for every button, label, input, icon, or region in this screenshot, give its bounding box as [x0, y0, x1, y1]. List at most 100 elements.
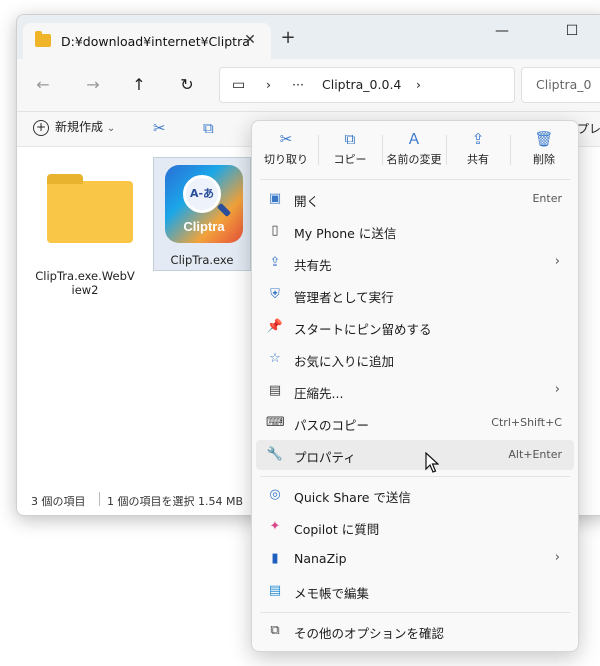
- phone-icon: ▯: [271, 223, 279, 238]
- app-icon-brand: Cliptra: [183, 219, 225, 234]
- context-menu: ✂ 切り取り ⧉ コピー Ａ 名前の変更 ⇪ 共有 🗑 削除 ▣ 開く Ente…: [251, 120, 579, 652]
- item-count: 3 個の項目: [31, 495, 86, 508]
- menu-item-label: 開く: [294, 194, 320, 209]
- file-item-folder[interactable]: ClipTra.exe.WebV iew2: [25, 157, 145, 297]
- breadcrumb-current[interactable]: Cliptra_0.0.4: [322, 77, 401, 92]
- search-placeholder: Cliptra_0: [536, 77, 592, 92]
- menu-item-more-options[interactable]: ⧉ その他のオプションを確認: [256, 616, 574, 646]
- menu-item-label: Quick Share で送信: [294, 490, 411, 505]
- menu-item-label: NanaZip: [294, 551, 347, 566]
- title-bar: D:¥download¥internet¥Cliptra ✕ + — ☐: [17, 15, 600, 59]
- tab-close-button[interactable]: ✕: [241, 31, 259, 49]
- minimize-button[interactable]: —: [487, 21, 517, 41]
- menu-item-pin-to-start[interactable]: 📌 スタートにピン留めする: [256, 312, 574, 342]
- divider: [260, 612, 570, 613]
- rename-icon: Ａ: [406, 130, 422, 148]
- menu-item-quick-share[interactable]: ◎ Quick Share で送信: [256, 480, 574, 510]
- menu-item-add-to-favorites[interactable]: ☆ お気に入りに追加: [256, 344, 574, 374]
- address-bar[interactable]: ▭ › ··· Cliptra_0.0.4 ›: [219, 67, 515, 103]
- monitor-icon: ▭: [232, 77, 246, 93]
- copy-button[interactable]: ⧉ コピー: [320, 129, 380, 173]
- copilot-icon: ✦: [269, 519, 281, 534]
- menu-item-label: 共有先: [294, 258, 332, 273]
- new-button[interactable]: + 新規作成 ⌄: [33, 118, 115, 136]
- cut-icon[interactable]: ✂: [153, 119, 166, 137]
- divider: [260, 476, 570, 477]
- menu-item-run-as-admin[interactable]: ⛨ 管理者として実行: [256, 280, 574, 310]
- rename-button[interactable]: Ａ 名前の変更: [384, 129, 444, 173]
- menu-item-send-to-phone[interactable]: ▯ My Phone に送信: [256, 216, 574, 246]
- status-divider: [99, 492, 100, 506]
- menu-item-copilot[interactable]: ✦ Copilot に質問: [256, 512, 574, 542]
- mouse-cursor-icon: [425, 452, 439, 473]
- shield-icon: ⛨: [270, 287, 280, 302]
- refresh-button[interactable]: ↻: [175, 73, 199, 97]
- magnifier-icon: A-あ: [183, 175, 221, 213]
- path-icon: ⌨: [266, 415, 285, 430]
- menu-item-label: Copilot に質問: [294, 522, 380, 537]
- copy-icon[interactable]: ⧉: [203, 119, 214, 137]
- menu-item-open[interactable]: ▣ 開く Enter: [256, 184, 574, 214]
- selection-info: 1 個の項目を選択 1.54 MB: [107, 495, 244, 508]
- pin-icon: 📌: [266, 319, 284, 334]
- chevron-down-icon: ⌄: [106, 123, 116, 134]
- archive-icon: ▤: [268, 383, 282, 398]
- menu-item-label: お気に入りに追加: [294, 354, 395, 369]
- explorer-tab[interactable]: D:¥download¥internet¥Cliptra ✕: [23, 23, 271, 59]
- forward-button[interactable]: →: [81, 73, 105, 97]
- wrench-icon: 🔧: [266, 447, 284, 462]
- menu-item-label: My Phone に送信: [294, 226, 397, 241]
- chevron-right-icon: ›: [266, 77, 271, 92]
- more-options-icon: ⧉: [270, 623, 280, 638]
- menu-item-share-to[interactable]: ⇪ 共有先 ›: [256, 248, 574, 278]
- menu-item-properties[interactable]: 🔧 プロパティ Alt+Enter: [256, 440, 574, 470]
- delete-button[interactable]: 🗑 削除: [514, 129, 574, 173]
- quick-share-icon: ◎: [269, 487, 281, 502]
- chevron-right-icon[interactable]: ›: [416, 77, 421, 92]
- cliptra-app-icon: A-あ Cliptra: [165, 165, 243, 243]
- folder-icon: [35, 31, 51, 47]
- share-button[interactable]: ⇪ 共有: [448, 129, 508, 173]
- maximize-button[interactable]: ☐: [557, 21, 587, 41]
- tab-title: D:¥download¥internet¥Cliptra: [61, 34, 250, 49]
- menu-item-label: その他のオプションを確認: [294, 626, 445, 641]
- menu-item-label: 圧縮先...: [294, 386, 344, 401]
- divider: [446, 135, 447, 165]
- menu-item-label: プロパティ: [294, 450, 356, 465]
- divider: [260, 179, 570, 180]
- chevron-right-icon: ›: [554, 550, 560, 565]
- breadcrumb-overflow-button[interactable]: ···: [292, 77, 304, 92]
- up-button[interactable]: ↑: [127, 73, 151, 97]
- menu-item-label: 管理者として実行: [294, 290, 394, 305]
- menu-item-compress-to[interactable]: ▤ 圧縮先... ›: [256, 376, 574, 406]
- notepad-icon: ▤: [268, 583, 282, 598]
- menu-item-copy-path[interactable]: ⌨ パスのコピー Ctrl+Shift+C: [256, 408, 574, 438]
- back-button[interactable]: ←: [31, 73, 55, 97]
- file-name: ClipTra.exe: [170, 253, 234, 267]
- cut-label: 切り取り: [264, 153, 308, 166]
- file-name-line2: iew2: [71, 283, 99, 297]
- preview-button[interactable]: プレビ: [577, 120, 600, 137]
- chevron-right-icon: ›: [554, 254, 560, 269]
- menu-item-label: パスのコピー: [294, 418, 370, 433]
- divider: [318, 135, 319, 165]
- divider: [510, 135, 511, 165]
- trash-icon: 🗑: [534, 130, 554, 148]
- context-menu-actions: ✂ 切り取り ⧉ コピー Ａ 名前の変更 ⇪ 共有 🗑 削除: [252, 121, 578, 179]
- new-tab-button[interactable]: +: [278, 28, 298, 48]
- menu-item-label: スタートにピン留めする: [294, 322, 432, 337]
- shortcut-label: Ctrl+Shift+C: [491, 416, 562, 429]
- folder-icon: [47, 174, 133, 243]
- menu-item-nanazip[interactable]: ▮ NanaZip ›: [256, 544, 574, 574]
- magnifier-handle: [216, 202, 232, 218]
- menu-item-label: メモ帳で編集: [294, 586, 370, 601]
- menu-item-edit-in-notepad[interactable]: ▤ メモ帳で編集: [256, 576, 574, 606]
- new-label: 新規作成: [55, 120, 104, 134]
- share-label: 共有: [467, 153, 489, 166]
- plus-circle-icon: +: [33, 119, 49, 136]
- app-icon: ▣: [268, 191, 282, 206]
- cut-button[interactable]: ✂ 切り取り: [256, 129, 316, 173]
- navigation-bar: ← → ↑ ↻ ▭ › ··· Cliptra_0.0.4 › Cliptra_…: [17, 59, 600, 112]
- share-icon: ⇪: [269, 255, 281, 270]
- search-box[interactable]: Cliptra_0: [521, 67, 600, 103]
